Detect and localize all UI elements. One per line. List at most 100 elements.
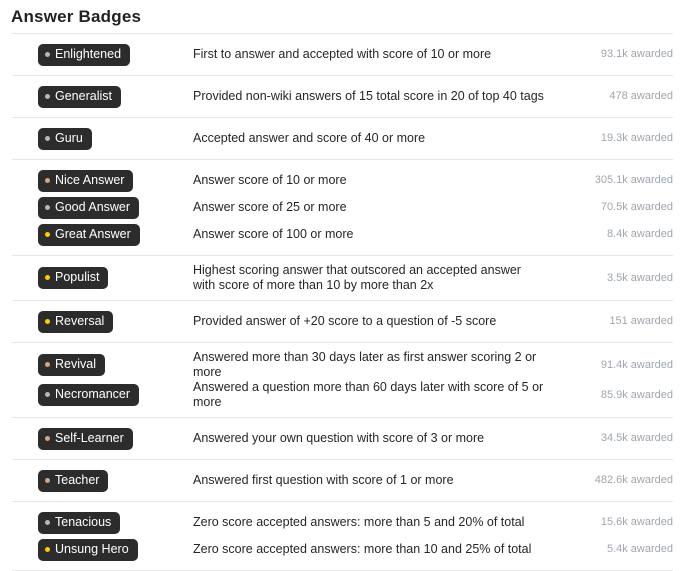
badge-group: Reversal Provided answer of +20 score to … — [12, 300, 673, 342]
badge-group: Generalist Provided non-wiki answers of 1… — [12, 75, 673, 117]
badge-awarded-count: 70.5k awarded — [600, 201, 673, 213]
badge-group: Enlightened First to answer and accepted … — [12, 33, 673, 75]
badge-group: Populist Highest scoring answer that outs… — [12, 255, 673, 300]
badge-awarded-count: 482.6k awarded — [594, 474, 673, 486]
badge-description-cell: Answered first question with score of 1 … — [193, 467, 555, 494]
badge-awarded-count: 93.1k awarded — [600, 48, 673, 60]
badge-group: Nice Answer Answer score of 10 or more 305… — [12, 159, 673, 255]
badge-description-cell: Answer score of 100 or more — [193, 221, 555, 248]
badge-awarded-count: 15.6k awarded — [600, 516, 673, 528]
silver-badge-dot-icon — [45, 51, 50, 57]
badge-awarded-count: 91.4k awarded — [600, 358, 673, 371]
badge-row: Populist Highest scoring answer that outs… — [12, 256, 673, 300]
badge-row: Necromancer Answered a question more than… — [12, 380, 673, 417]
badge-description-cell: Answered a question more than 60 days la… — [193, 380, 555, 410]
badge-description-cell: Highest scoring answer that outscored an… — [193, 263, 555, 293]
badge-name: Guru — [55, 130, 83, 145]
badge-description: Zero score accepted answers: more than 1… — [193, 542, 532, 556]
badge-cell: Unsung Hero — [12, 536, 193, 563]
badge-description-cell: Accepted answer and score of 40 or more — [193, 125, 555, 152]
gold-badge-dot-icon — [45, 231, 50, 237]
badge-cell: Populist — [12, 265, 193, 292]
badge-cell: Guru — [12, 125, 193, 152]
badge-name: Enlightened — [55, 46, 122, 61]
badge-name: Necromancer — [55, 387, 131, 401]
badge-name: Nice Answer — [55, 172, 125, 187]
badge-pill[interactable]: Reversal — [38, 310, 114, 333]
badge-group: Revival Answered more than 30 days later … — [12, 342, 673, 417]
badge-list: Enlightened First to answer and accepted … — [12, 33, 673, 571]
badge-row: Guru Accepted answer and score of 40 or m… — [12, 118, 673, 159]
badge-description-cell: Answered your own question with score of… — [193, 425, 555, 452]
badge-cell: Teacher — [12, 467, 193, 494]
badge-pill[interactable]: Nice Answer — [38, 169, 134, 192]
badge-description: Zero score accepted answers: more than 5… — [193, 515, 525, 529]
badge-pill[interactable]: Enlightened — [38, 43, 131, 66]
badge-description: Answered more than 30 days later as firs… — [193, 350, 537, 379]
badge-row: Reversal Provided answer of +20 score to … — [12, 301, 673, 342]
badge-row: Nice Answer Answer score of 10 or more 305… — [12, 160, 673, 194]
bronze-badge-dot-icon — [45, 477, 50, 483]
badge-row: Enlightened First to answer and accepted … — [12, 34, 673, 75]
badge-group: Self-Learner Answered your own question w… — [12, 417, 673, 459]
gold-badge-dot-icon — [45, 275, 50, 280]
badge-awarded-count: 478 awarded — [609, 90, 673, 102]
badge-awarded-count: 85.9k awarded — [600, 388, 673, 401]
badge-cell: Enlightened — [12, 41, 193, 68]
silver-badge-dot-icon — [45, 135, 50, 141]
badge-description-cell: Zero score accepted answers: more than 5… — [193, 509, 555, 536]
badge-group: Teacher Answered first question with scor… — [12, 459, 673, 501]
badge-name: Great Answer — [55, 226, 131, 241]
badge-cell: Great Answer — [12, 221, 193, 248]
badge-cell: Nice Answer — [12, 167, 193, 194]
badge-row: Generalist Provided non-wiki answers of 1… — [12, 76, 673, 117]
silver-badge-dot-icon — [45, 204, 50, 210]
badge-description-cell: Provided non-wiki answers of 15 total sc… — [193, 83, 555, 110]
bronze-badge-dot-icon — [45, 362, 50, 367]
badge-awarded-count: 34.5k awarded — [600, 432, 673, 444]
bronze-badge-dot-icon — [45, 177, 50, 183]
badge-description: Answered your own question with score of… — [193, 431, 485, 445]
badge-name: Generalist — [55, 88, 112, 103]
badge-pill[interactable]: Necromancer — [38, 384, 140, 406]
badge-row: Self-Learner Answered your own question w… — [12, 418, 673, 459]
badge-name: Revival — [55, 357, 96, 371]
badge-awarded-count: 8.4k awarded — [606, 228, 673, 240]
badge-description: Answered first question with score of 1 … — [193, 473, 454, 487]
badge-cell: Self-Learner — [12, 425, 193, 452]
badge-pill[interactable]: Great Answer — [38, 223, 140, 246]
badge-awarded-count: 305.1k awarded — [594, 174, 673, 186]
badge-description: Answer score of 100 or more — [193, 227, 354, 241]
badge-name: Self-Learner — [55, 430, 124, 445]
badge-pill[interactable]: Good Answer — [38, 196, 140, 219]
badge-row: Revival Answered more than 30 days later … — [12, 343, 673, 380]
badge-pill[interactable]: Self-Learner — [38, 427, 133, 450]
badge-pill[interactable]: Unsung Hero — [38, 538, 138, 561]
badge-cell: Reversal — [12, 308, 193, 335]
badge-pill[interactable]: Populist — [38, 267, 109, 289]
badge-row: Teacher Answered first question with scor… — [12, 460, 673, 501]
badge-description-cell: Answer score of 25 or more — [193, 194, 555, 221]
badge-group: Guru Accepted answer and score of 40 or m… — [12, 117, 673, 159]
badge-name: Tenacious — [55, 514, 112, 529]
badge-description: Accepted answer and score of 40 or more — [193, 131, 426, 145]
badge-awarded-count: 151 awarded — [609, 315, 673, 327]
badge-pill[interactable]: Revival — [38, 354, 105, 376]
badge-cell: Generalist — [12, 83, 193, 110]
badge-cell: Necromancer — [12, 382, 193, 409]
badge-awarded-count: 3.5k awarded — [606, 271, 673, 284]
silver-badge-dot-icon — [45, 519, 50, 525]
badge-pill[interactable]: Tenacious — [38, 511, 121, 534]
badge-pill[interactable]: Guru — [38, 127, 92, 150]
badge-cell: Tenacious — [12, 509, 193, 536]
badge-row: Great Answer Answer score of 100 or more 8… — [12, 221, 673, 255]
badge-pill[interactable]: Generalist — [38, 85, 121, 108]
badge-pill[interactable]: Teacher — [38, 469, 109, 492]
answer-badges-page: Answer Badges Enlightened First to answer… — [0, 0, 685, 571]
badge-awarded-count: 19.3k awarded — [600, 132, 673, 144]
badge-row: Good Answer Answer score of 25 or more 70.… — [12, 194, 673, 221]
badge-name: Populist — [55, 270, 100, 284]
badge-name: Reversal — [55, 313, 105, 328]
badge-cell: Good Answer — [12, 194, 193, 221]
badge-name: Good Answer — [55, 199, 131, 214]
